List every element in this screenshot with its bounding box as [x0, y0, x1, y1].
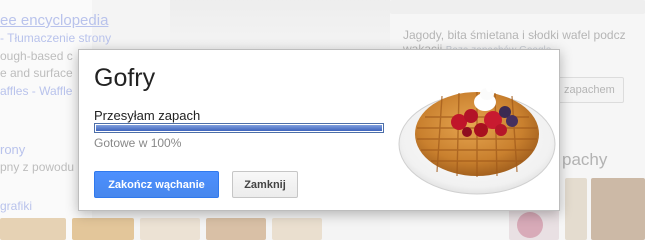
- bg-thumbnail[interactable]: [72, 218, 134, 240]
- panel-snippet-text: Jagody, bita śmietana i słodki wafel pod…: [403, 28, 626, 42]
- bg-snippet: e and surface: [0, 66, 73, 80]
- waffle-image: [398, 84, 556, 195]
- bg-snippet: ough-based c: [0, 49, 73, 63]
- bg-result-link[interactable]: rony: [0, 142, 25, 157]
- bg-thumbnail[interactable]: [0, 218, 66, 240]
- progress-fill: [96, 125, 382, 131]
- panel-heading: pachy: [562, 150, 608, 169]
- finish-sniffing-button[interactable]: Zakończ wąchanie: [94, 171, 219, 198]
- bg-thumbnail[interactable]: [272, 218, 322, 240]
- bg-thumbnail[interactable]: [591, 178, 645, 240]
- bg-result-link[interactable]: ee encyclopedia: [0, 12, 108, 29]
- scent-dialog: Gofry Przesyłam zapach Gotowe w 100% Zak…: [78, 49, 560, 211]
- bg-thumbnail[interactable]: [565, 178, 587, 240]
- bg-images-link[interactable]: grafiki: [0, 199, 32, 213]
- close-button[interactable]: Zamknij: [232, 171, 298, 198]
- bg-snippet: pny z powodu: [0, 160, 75, 174]
- berry-shape: [517, 212, 543, 238]
- progress-percent-label: Gotowe w 100%: [94, 136, 182, 150]
- dialog-title: Gofry: [94, 64, 156, 92]
- background-blur: [170, 0, 400, 55]
- bg-sublinks[interactable]: affles - Waffle: [0, 84, 72, 98]
- panel-scent-button[interactable]: zapachem: [555, 77, 624, 103]
- bg-thumbnail[interactable]: [140, 218, 200, 240]
- upload-progress-bar: [94, 123, 384, 133]
- panel-top-strip: [390, 0, 645, 14]
- bg-thumbnail[interactable]: [206, 218, 266, 240]
- upload-status-label: Przesyłam zapach: [94, 108, 201, 123]
- bg-translate-link[interactable]: - Tłumaczenie strony: [0, 31, 111, 45]
